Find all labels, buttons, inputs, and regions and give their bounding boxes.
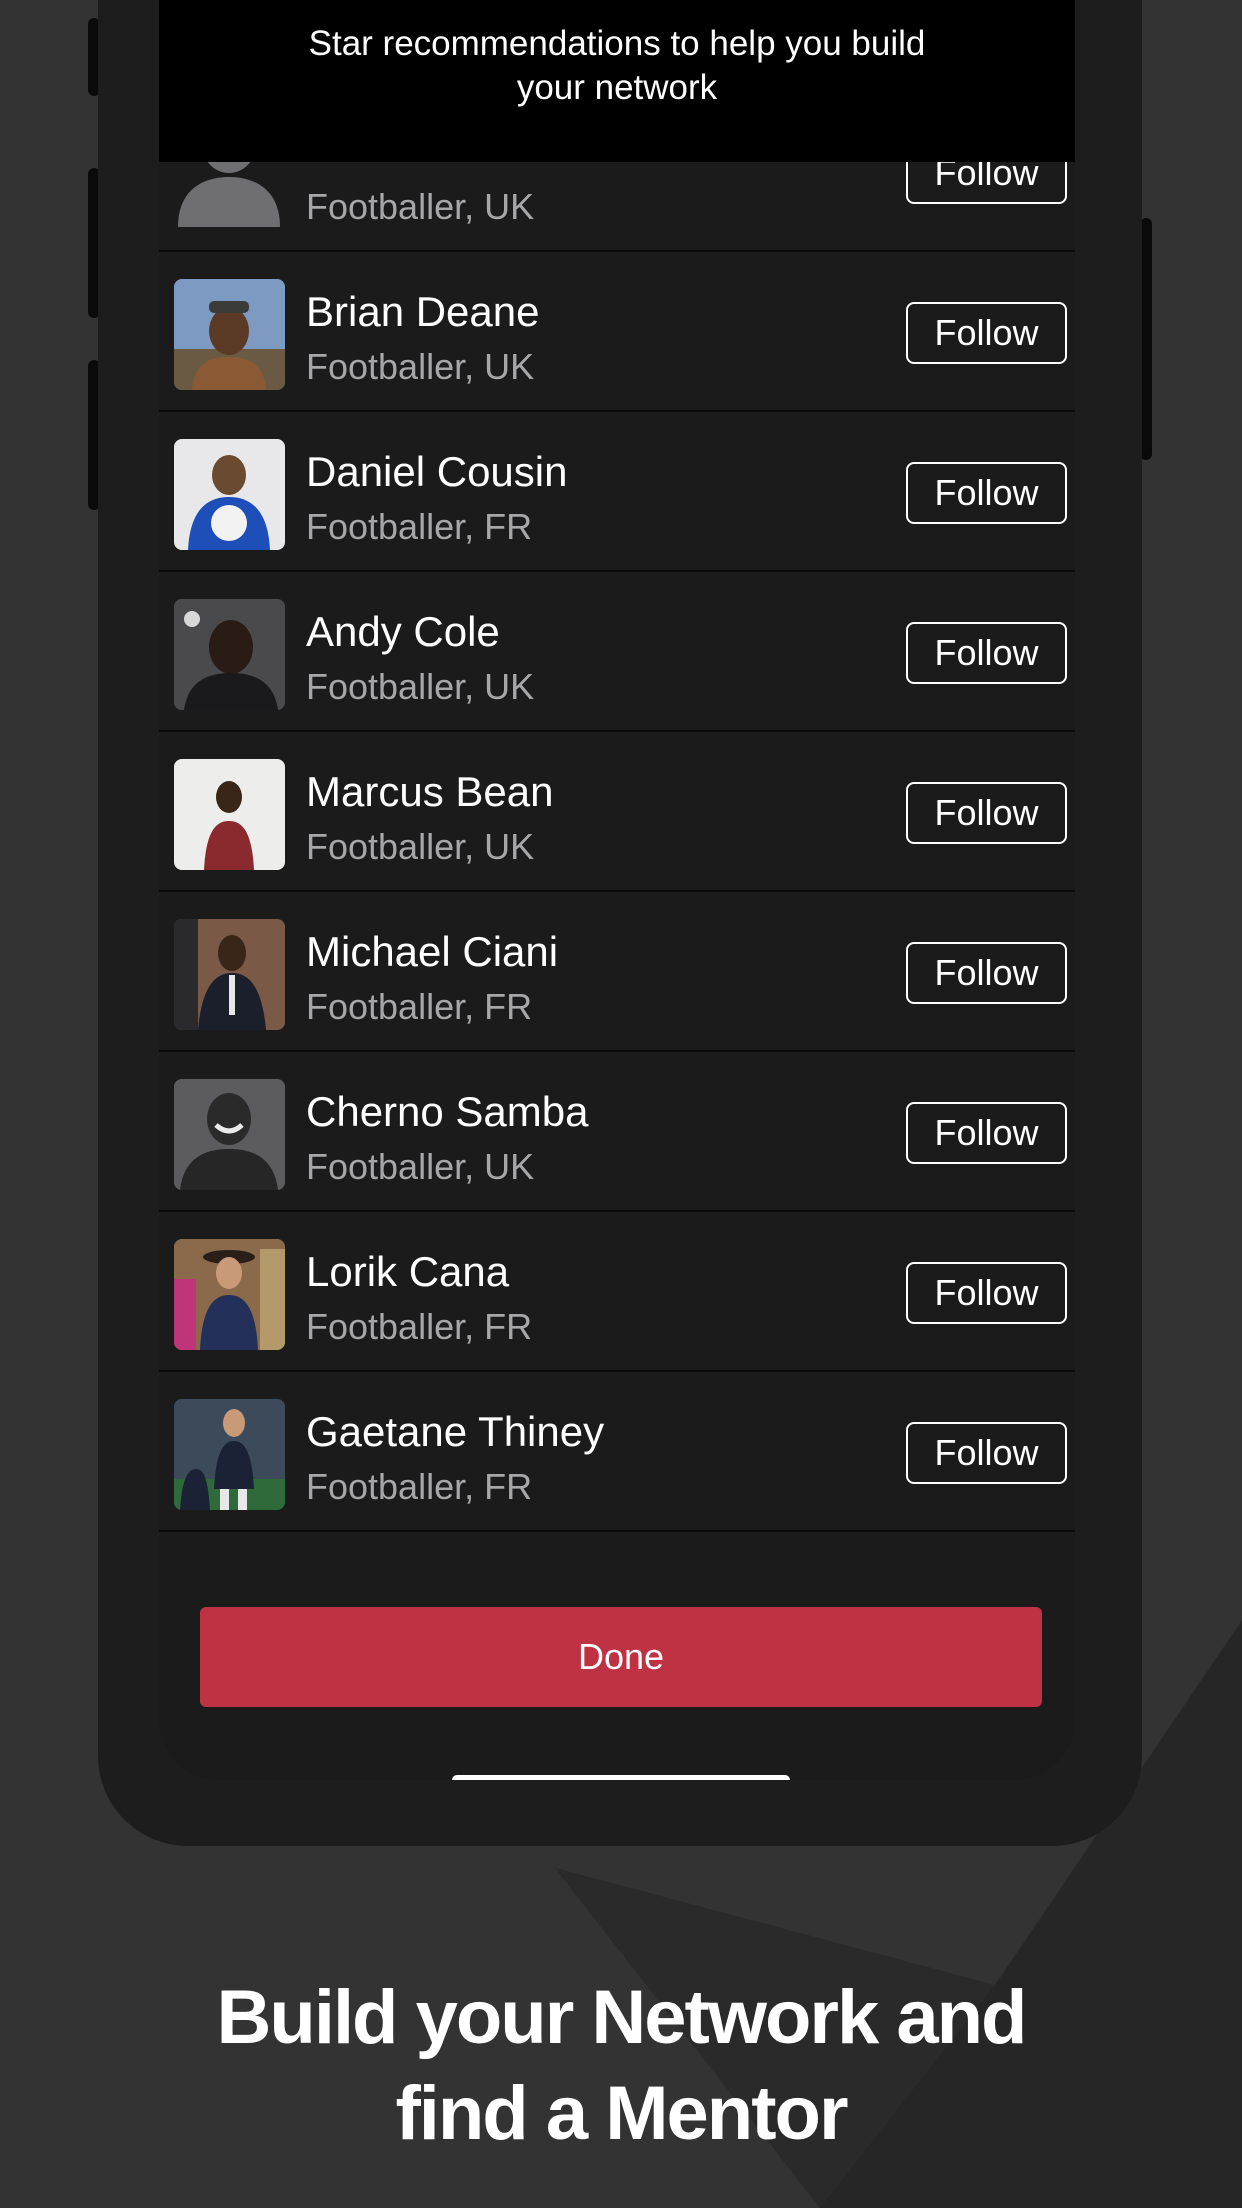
person-name: Daniel Cousin (306, 448, 568, 495)
person-name: Michael Ciani (306, 928, 559, 975)
person-photo (174, 759, 285, 870)
person-photo (174, 1399, 285, 1510)
headline-line-1: Build your Network and (216, 1975, 1028, 2060)
person-photo (174, 919, 285, 1030)
banner-line-2: your network (516, 68, 718, 107)
person-name: Brian Deane (306, 288, 540, 335)
headline-line-2: find a Mentor (395, 2071, 848, 2156)
person-role: Footballer, UK (306, 186, 535, 227)
list-item: Michael Ciani Footballer, FR Follow (159, 892, 1075, 1052)
follow-button[interactable]: Follow (906, 942, 1067, 1004)
person-role: Footballer, UK (306, 666, 535, 707)
list-item: Gaetane Thiney Footballer, FR Follow (159, 1372, 1075, 1532)
banner-text: Star recommendations to help you build y… (237, 22, 997, 110)
banner-line-1: Star recommendations to help you build (308, 24, 926, 63)
person-role: Footballer, FR (306, 1306, 533, 1347)
list-item: Lorik Cana Footballer, FR Follow (159, 1212, 1075, 1372)
list-item: Brian Deane Footballer, UK Follow (159, 252, 1075, 412)
person-name: Marcus Bean (306, 768, 554, 815)
person-role: Footballer, UK (306, 1146, 535, 1187)
list-item: Marcus Bean Footballer, UK Follow (159, 732, 1075, 892)
list-item: Daniel Cousin Footballer, FR Follow (159, 412, 1075, 572)
home-indicator (452, 1775, 790, 1780)
follow-button[interactable]: Follow (906, 782, 1067, 844)
follow-button[interactable]: Follow (906, 1102, 1067, 1164)
follow-button[interactable]: Follow (906, 462, 1067, 524)
follow-button[interactable]: Follow (906, 302, 1067, 364)
person-role: Footballer, FR (306, 986, 533, 1027)
person-name: Gaetane Thiney (306, 1408, 605, 1455)
person-photo (174, 439, 285, 550)
person-photo (174, 1239, 285, 1350)
person-name: Cherno Samba (306, 1088, 589, 1135)
follow-button[interactable]: Follow (906, 622, 1067, 684)
follow-button[interactable]: Follow (906, 1262, 1067, 1324)
person-photo (174, 1079, 285, 1190)
app-screen: Star recommendations to help you build y… (159, 0, 1075, 1780)
recommendation-banner: Star recommendations to help you build y… (159, 0, 1075, 162)
person-role: Footballer, FR (306, 1466, 533, 1507)
recommendation-list: Footballer, UK Follow Brian Deane Footba… (159, 92, 1075, 1532)
person-name: Lorik Cana (306, 1248, 510, 1295)
person-photo (174, 599, 285, 710)
person-name: Andy Cole (306, 608, 500, 655)
person-role: Footballer, UK (306, 826, 535, 867)
person-role: Footballer, FR (306, 506, 533, 547)
list-item: Cherno Samba Footballer, UK Follow (159, 1052, 1075, 1212)
person-role: Footballer, UK (306, 346, 535, 387)
list-item: Andy Cole Footballer, UK Follow (159, 572, 1075, 732)
done-button[interactable]: Done (200, 1607, 1042, 1707)
person-photo (174, 279, 285, 390)
marketing-headline: Build your Network and find a Mentor (0, 1970, 1242, 2162)
follow-button[interactable]: Follow (906, 1422, 1067, 1484)
